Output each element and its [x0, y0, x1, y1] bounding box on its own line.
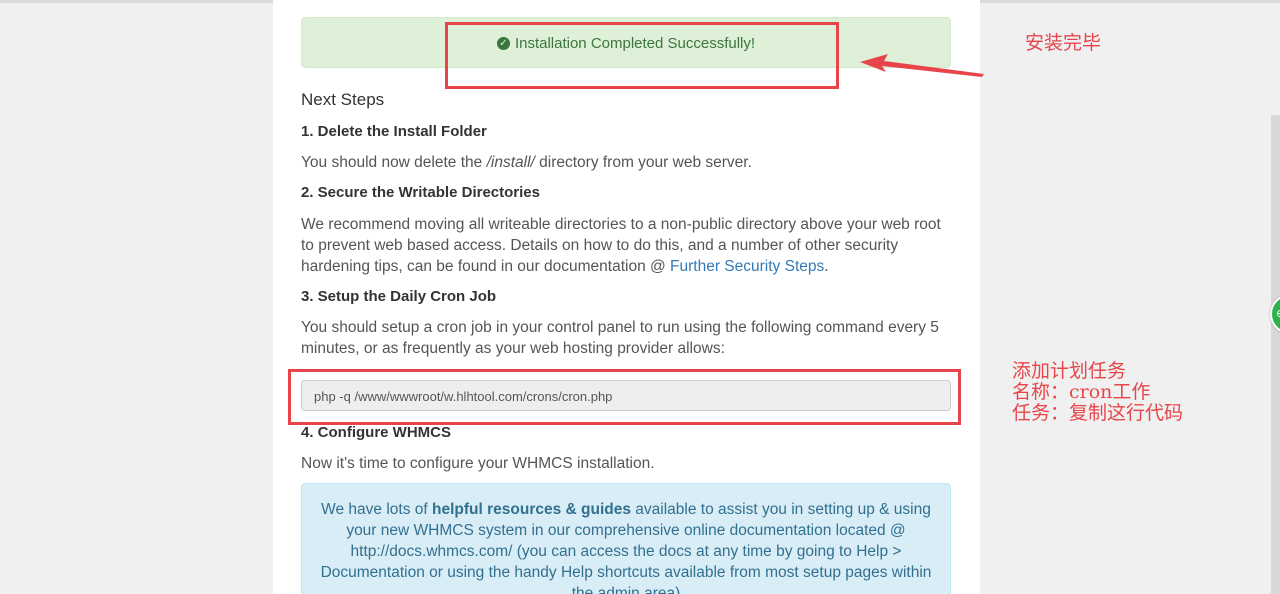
step-4-text: Now it's time to configure your WHMCS in… — [301, 455, 655, 472]
docs-link[interactable]: http://docs.whmcs.com/ — [351, 543, 513, 560]
annotation-box-cron — [288, 369, 961, 425]
annotation-arrow — [860, 54, 984, 77]
further-security-link[interactable]: Further Security Steps — [670, 258, 824, 275]
annotation-complete: 安装完毕 — [1025, 32, 1102, 54]
step-2-heading: 2. Secure the Writable Directories — [301, 184, 540, 201]
step-3-heading: 3. Setup the Daily Cron Job — [301, 288, 497, 305]
install-panel: ✓ Installation Completed Successfully! N… — [273, 0, 980, 594]
annotation-box-success — [445, 22, 839, 89]
scrollbar[interactable] — [1271, 115, 1280, 594]
annotation-cron: 添加计划任务 名称：cron工作 任务：复制这行代码 — [1012, 360, 1184, 424]
step-1-heading: 1. Delete the Install Folder — [301, 123, 487, 140]
step-3-text: You should setup a cron job in your cont… — [301, 319, 939, 357]
info-alert: We have lots of helpful resources & guid… — [301, 483, 951, 594]
step-4-heading: 4. Configure WHMCS — [301, 424, 451, 441]
step-2-text: We recommend moving all writeable direct… — [301, 216, 941, 275]
next-steps-title: Next Steps — [301, 90, 385, 109]
step-1-text: You should now delete the /install/ dire… — [301, 154, 752, 171]
